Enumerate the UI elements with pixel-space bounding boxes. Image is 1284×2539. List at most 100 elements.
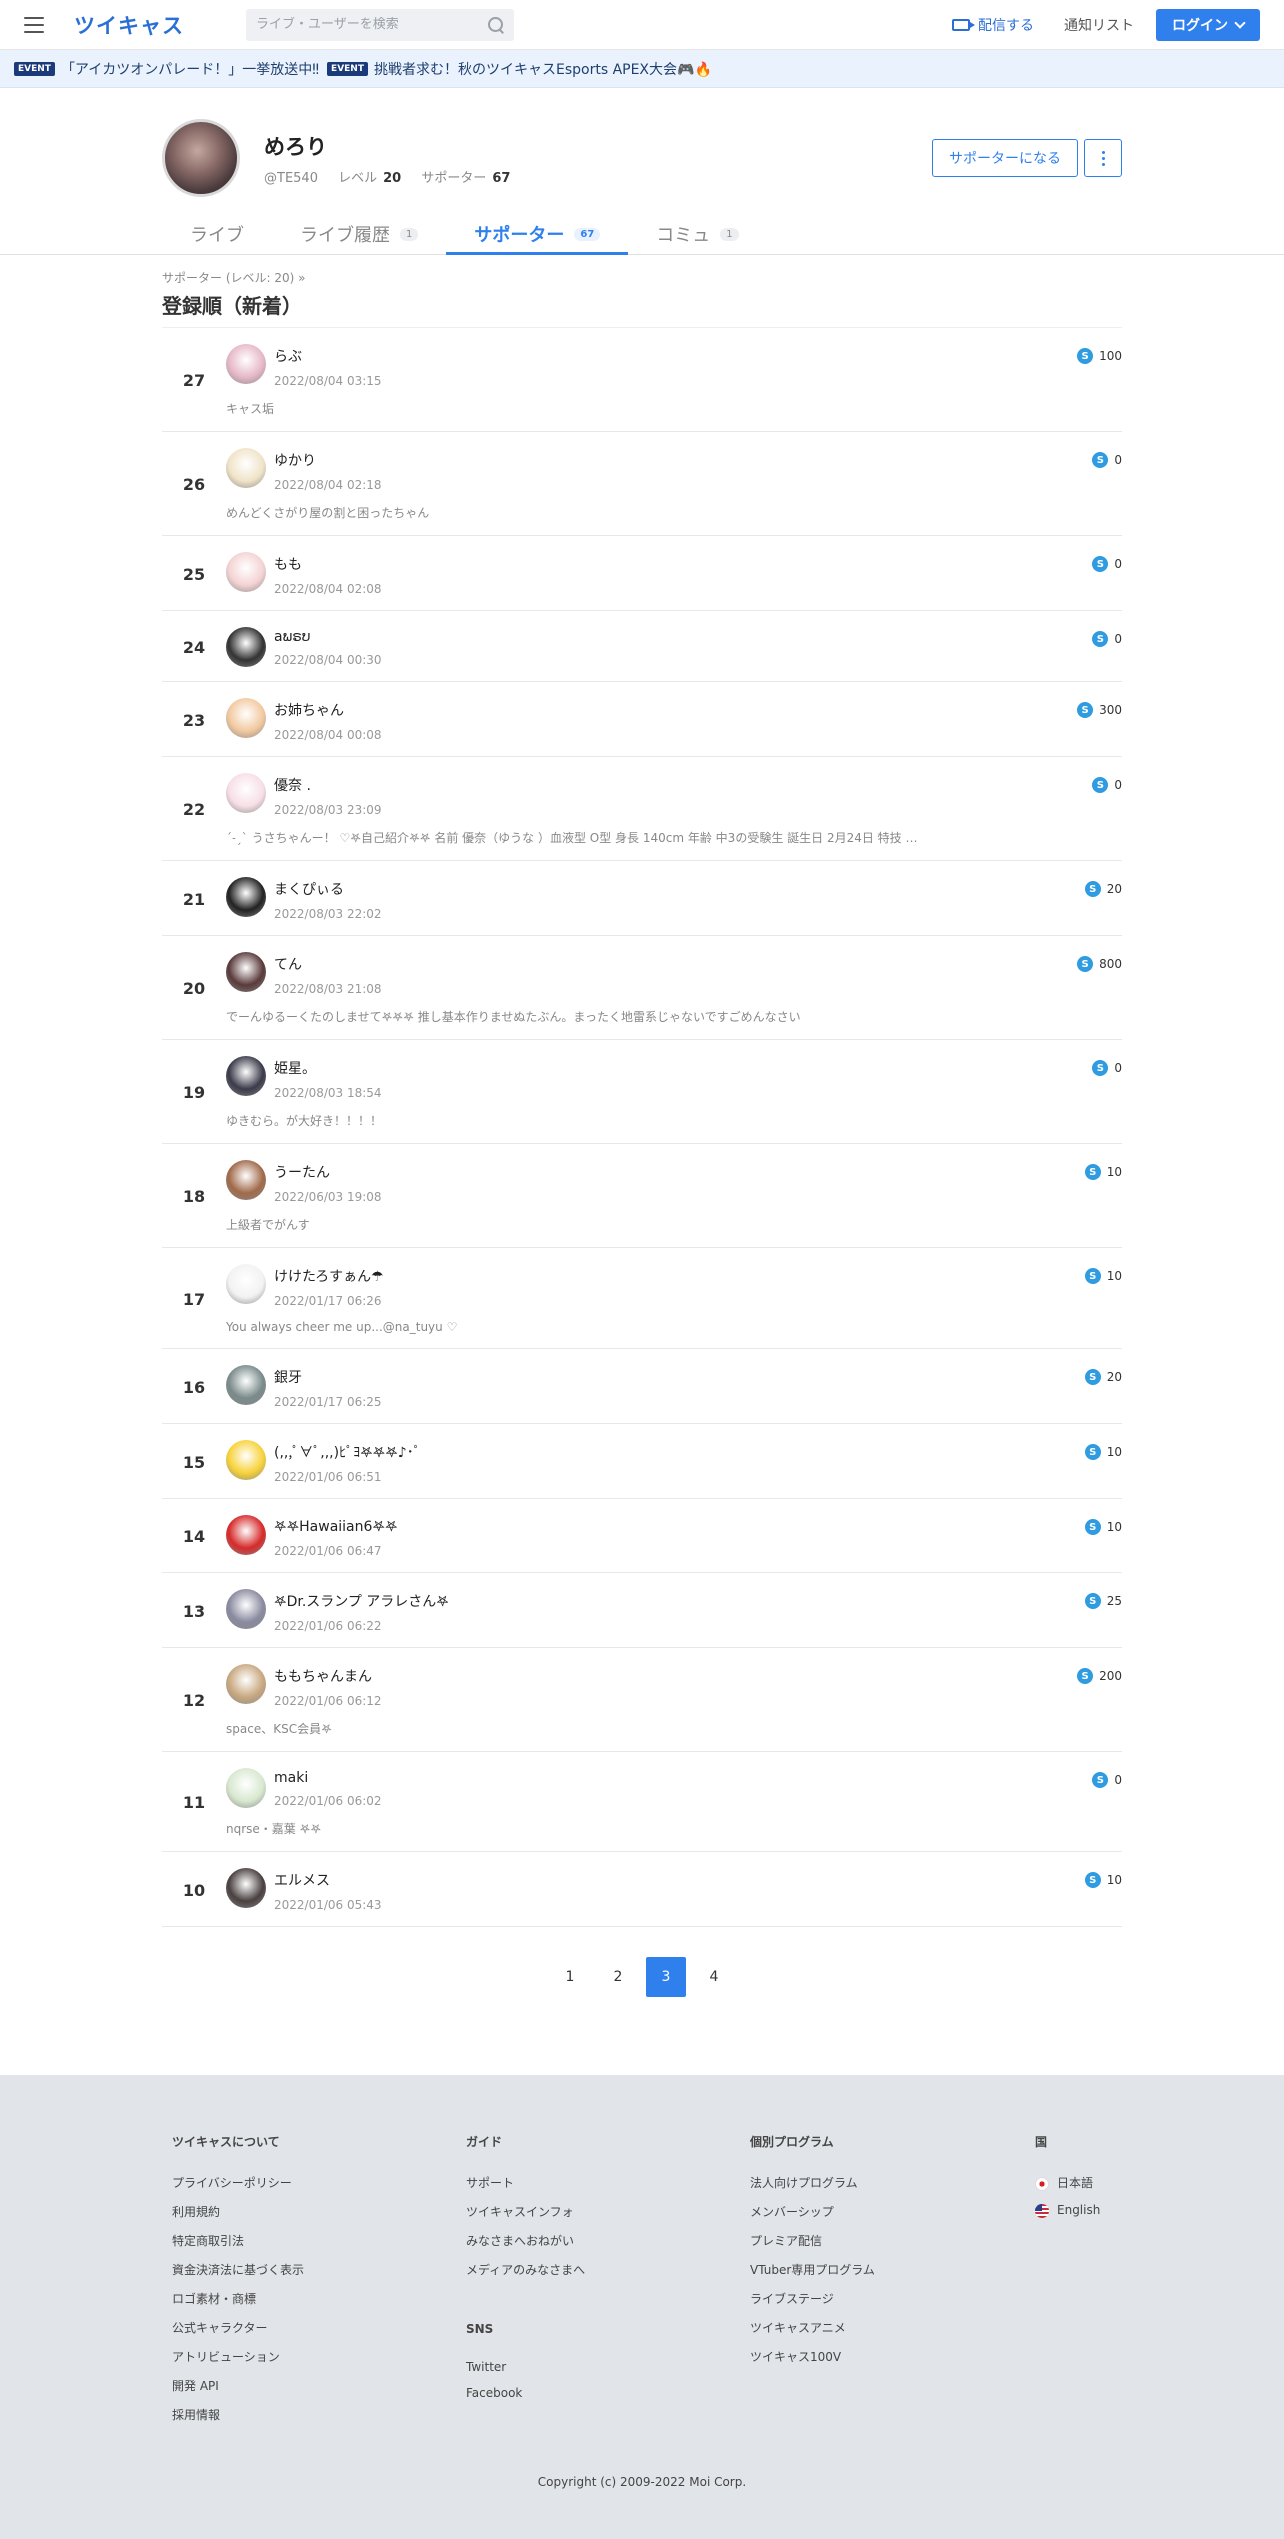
user-name-link[interactable]: うーたん <box>274 1162 382 1182</box>
user-name-link[interactable]: (,,,ﾟ∀ﾟ,,,)ﾋﾟﾖ𖤐𖤐𖤐♪･ﾟ <box>274 1442 421 1462</box>
list-item: 14 𖤐𖤐Hawaiian6𖤐𖤐 2022/01/06 06:47 S 10 <box>162 1499 1122 1573</box>
user-name-link[interactable]: 優奈 . <box>274 775 382 795</box>
user-name-link[interactable]: aພຣບ <box>274 629 382 645</box>
user-name-link[interactable]: 𖤐𖤐Hawaiian6𖤐𖤐 <box>274 1517 398 1536</box>
footer-link[interactable]: 資金決済法に基づく表示 <box>172 2261 466 2278</box>
tab-label: ライブ <box>190 225 244 246</box>
footer-link[interactable]: 利用規約 <box>172 2203 466 2220</box>
user-name-link[interactable]: 銀牙 <box>274 1367 382 1387</box>
support-date: 2022/08/04 02:18 <box>274 478 382 492</box>
footer-link[interactable]: プライバシーポリシー <box>172 2174 466 2191</box>
japan-flag-icon <box>1035 2176 1049 2191</box>
profile-meta: @TE540 レベル 20 サポーター 67 <box>264 167 526 186</box>
user-avatar[interactable] <box>226 1056 266 1096</box>
menu-icon[interactable] <box>24 16 44 33</box>
points-value: 10 <box>1106 1269 1122 1283</box>
notify-list-link[interactable]: 通知リスト <box>1064 15 1134 35</box>
user-comment: 上級者でがんす <box>226 1218 310 1232</box>
become-supporter-button[interactable]: サポーターになる <box>932 139 1078 177</box>
user-line: お姉ちゃん 2022/08/04 00:08 <box>226 698 1122 742</box>
user-name-link[interactable]: ゆかり <box>274 450 382 470</box>
tabs: ライブ ライブ履歴 1 サポーター 67 コミュ 1 <box>162 214 1122 255</box>
logo[interactable]: ツイキャス <box>74 10 184 40</box>
user-avatar[interactable] <box>226 773 266 813</box>
footer-link[interactable]: Facebook <box>466 2386 750 2400</box>
user-name-link[interactable]: お姉ちゃん <box>274 700 382 720</box>
user-name-link[interactable]: らぶ <box>274 346 382 366</box>
user-avatar[interactable] <box>226 1365 266 1405</box>
footer-link[interactable]: みなさまへおねがい <box>466 2232 750 2249</box>
profile-avatar[interactable] <box>162 119 240 197</box>
lang-japanese[interactable]: 日本語 <box>1035 2174 1100 2191</box>
footer-link[interactable]: VTuber専用プログラム <box>750 2261 1035 2278</box>
user-name-link[interactable]: maki <box>274 1770 382 1786</box>
event-link-2[interactable]: EVENT 挑戦者求む！秋のツイキャスEsports APEX大会🎮🔥 <box>327 59 712 79</box>
footer-link[interactable]: 開発 API <box>172 2377 466 2394</box>
user-avatar[interactable] <box>226 344 266 384</box>
user-avatar[interactable] <box>226 698 266 738</box>
user-name-link[interactable]: てん <box>274 954 382 974</box>
footer-link[interactable]: 法人向けプログラム <box>750 2174 1035 2191</box>
row-main: maki 2022/01/06 06:02 nqrse・嘉葉 𖤐𖤐 <box>226 1768 1122 1837</box>
user-avatar[interactable] <box>226 448 266 488</box>
support-coin-icon: S <box>1092 1060 1109 1076</box>
support-points: S 800 <box>1077 956 1122 972</box>
page-1[interactable]: 1 <box>550 1957 590 1997</box>
user-avatar[interactable] <box>226 1160 266 1200</box>
user-avatar[interactable] <box>226 1589 266 1629</box>
footer-link[interactable]: ロゴ素材・商標 <box>172 2290 466 2307</box>
tab-community[interactable]: コミュ 1 <box>628 214 766 254</box>
footer-link[interactable]: サポート <box>466 2174 750 2191</box>
row-main: 優奈 . 2022/08/03 23:09 ˊ˗ˏˋ うさちゃんー！ ♡𖤐自己紹… <box>226 773 1122 846</box>
page-4[interactable]: 4 <box>694 1957 734 1997</box>
search-input[interactable] <box>256 17 488 32</box>
user-avatar[interactable] <box>226 1440 266 1480</box>
footer-link[interactable]: メディアのみなさまへ <box>466 2261 750 2278</box>
search-icon[interactable] <box>488 16 504 33</box>
profile-actions: サポーターになる <box>932 139 1122 177</box>
user-avatar[interactable] <box>226 1868 266 1908</box>
user-avatar[interactable] <box>226 1768 266 1808</box>
user-name-link[interactable]: まくぴぃる <box>274 879 382 899</box>
list-item: 16 銀牙 2022/01/17 06:25 S 20 <box>162 1349 1122 1424</box>
tab-live[interactable]: ライブ <box>162 214 272 254</box>
profile-header: めろり @TE540 レベル 20 サポーター 67 サポーターになる <box>162 88 1122 214</box>
search-box[interactable] <box>246 8 514 41</box>
user-avatar[interactable] <box>226 952 266 992</box>
header-actions: 配信する 通知リスト ログイン <box>952 8 1260 41</box>
tab-supporters[interactable]: サポーター 67 <box>446 214 629 255</box>
user-name-link[interactable]: エルメス <box>274 1870 382 1890</box>
footer-link[interactable]: ツイキャスアニメ <box>750 2319 1035 2336</box>
user-avatar[interactable] <box>226 1664 266 1704</box>
footer-link[interactable]: 採用情報 <box>172 2406 466 2423</box>
more-options-icon[interactable] <box>1084 139 1122 177</box>
user-name-link[interactable]: もも <box>274 554 382 574</box>
login-button[interactable]: ログイン <box>1156 8 1260 41</box>
user-avatar[interactable] <box>226 1515 266 1555</box>
footer-link[interactable]: 特定商取引法 <box>172 2232 466 2249</box>
breadcrumb[interactable]: サポーター (レベル: 20) » <box>162 269 1122 286</box>
user-avatar[interactable] <box>226 1264 266 1304</box>
user-avatar[interactable] <box>226 877 266 917</box>
lang-english[interactable]: English <box>1035 2203 1100 2218</box>
footer-link[interactable]: メンバーシップ <box>750 2203 1035 2220</box>
footer-link[interactable]: ツイキャス100V <box>750 2348 1035 2365</box>
footer-link[interactable]: ライブステージ <box>750 2290 1035 2307</box>
footer-link[interactable]: プレミア配信 <box>750 2232 1035 2249</box>
page-2[interactable]: 2 <box>598 1957 638 1997</box>
footer-link[interactable]: Twitter <box>466 2360 750 2374</box>
user-name-link[interactable]: ももちゃんまん <box>274 1666 382 1686</box>
user-name-link[interactable]: 𖤐Dr.スランプ アラレさん𖤐 <box>274 1591 449 1611</box>
page-3[interactable]: 3 <box>646 1957 686 1997</box>
footer-link[interactable]: アトリビューション <box>172 2348 466 2365</box>
broadcast-link[interactable]: 配信する <box>952 15 1034 35</box>
user-avatar[interactable] <box>226 627 266 667</box>
footer-link[interactable]: ツイキャスインフォ <box>466 2203 750 2220</box>
event-link-1[interactable]: EVENT 「アイカツオンパレード！」一挙放送中‼ <box>14 59 319 79</box>
footer-link[interactable]: 公式キャラクター <box>172 2319 466 2336</box>
profile-container: めろり @TE540 レベル 20 サポーター 67 サポーターになる <box>162 88 1122 214</box>
user-name-link[interactable]: 姫星。 <box>274 1058 382 1078</box>
tab-live-history[interactable]: ライブ履歴 1 <box>272 214 446 254</box>
user-avatar[interactable] <box>226 552 266 592</box>
user-name-link[interactable]: けけたろすぁん☂ <box>274 1266 384 1286</box>
